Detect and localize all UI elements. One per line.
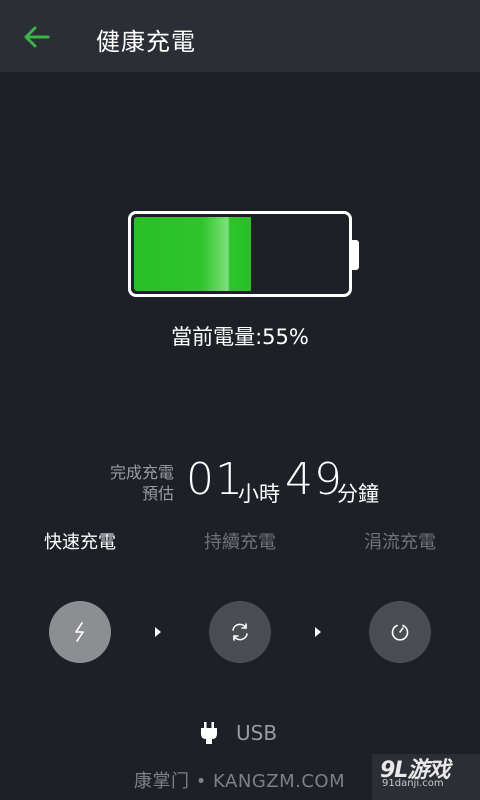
timer-icon [391, 624, 409, 641]
estimate-hours: 01 [186, 454, 244, 505]
continuous-charge-button[interactable] [209, 601, 271, 663]
mode-label-trickle[interactable]: 涓流充電 [340, 528, 460, 554]
estimate-minutes: 49 [285, 454, 343, 505]
fast-charge-button[interactable] [49, 601, 111, 663]
mode-arrow-icon [315, 627, 321, 637]
charging-screen: 健康充電 當前電量:55% 完成充電 預估 01 小時 49 分鐘 快速充電 持… [0, 0, 480, 800]
back-button[interactable] [20, 20, 54, 54]
battery-fill [134, 217, 251, 291]
charge-time-estimate: 完成充電 預估 01 小時 49 分鐘 [0, 454, 480, 516]
estimate-minutes-unit: 分鐘 [337, 482, 379, 506]
arrow-left-icon [24, 26, 50, 48]
power-source-label: USB [236, 721, 278, 745]
mode-label-fast[interactable]: 快速充電 [20, 528, 140, 554]
app-header: 健康充電 [0, 0, 480, 72]
trickle-charge-button[interactable] [369, 601, 431, 663]
watermark-url: 91danji.com [382, 778, 444, 789]
page-title: 健康充電 [96, 28, 196, 56]
mode-label-continuous[interactable]: 持續充電 [180, 528, 300, 554]
watermark-text: 康掌门 • KANGZM.COM [134, 771, 346, 792]
battery-indicator [128, 211, 352, 297]
refresh-icon [232, 623, 248, 641]
mode-arrow-icon [155, 627, 161, 637]
lightning-icon [75, 622, 84, 642]
estimate-hours-unit: 小時 [238, 482, 280, 506]
battery-level-text: 當前電量:55% [171, 325, 309, 349]
estimate-label: 完成充電 預估 [110, 462, 174, 504]
power-source: USB [200, 720, 277, 746]
estimate-label-line2: 預估 [141, 484, 174, 503]
battery-cap [352, 240, 359, 270]
estimate-label-line1: 完成充電 [109, 463, 174, 482]
plug-icon [201, 722, 217, 744]
watermark-logo: 9L游戏 91danji.com [372, 754, 480, 800]
